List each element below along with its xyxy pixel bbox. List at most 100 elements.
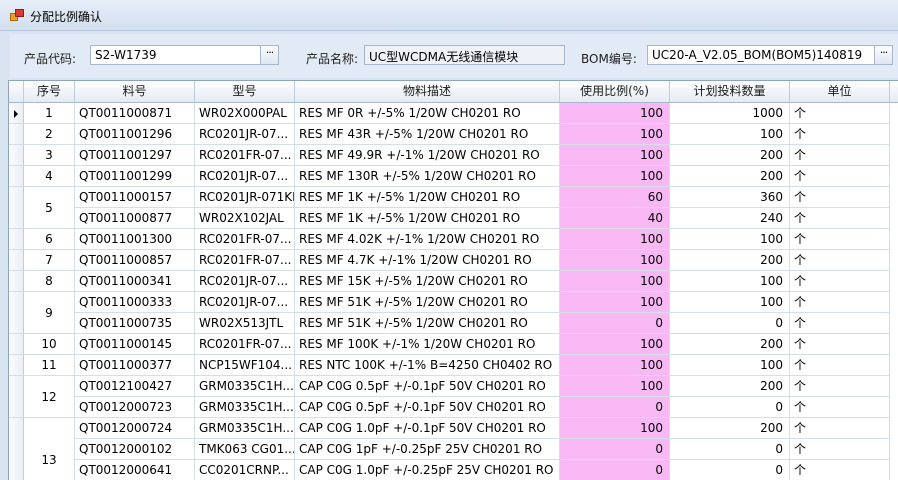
planned-qty-cell[interactable]: 1000 [670, 103, 790, 124]
material-code-cell[interactable]: QT0011000341 [75, 271, 195, 292]
unit-cell[interactable]: 个 [790, 124, 890, 145]
description-cell[interactable]: RES MF 49.9R +/-1% 1/20W CH0201 RO [295, 145, 560, 166]
unit-cell[interactable]: 个 [790, 418, 890, 439]
material-code-cell[interactable]: QT0012000641 [75, 460, 195, 480]
row-indicator[interactable] [9, 334, 24, 355]
planned-qty-cell[interactable]: 200 [670, 418, 790, 439]
material-code-cell[interactable]: QT0012000102 [75, 439, 195, 460]
unit-cell[interactable]: 个 [790, 460, 890, 480]
material-code-cell[interactable]: QT0011001296 [75, 124, 195, 145]
table-row[interactable]: QT0011000857 RC0201FR-07... RES MF 4.7K +/… [9, 250, 898, 271]
usage-ratio-cell[interactable]: 0 [560, 439, 670, 460]
model-cell[interactable]: CC0201CRNP... [195, 460, 295, 480]
planned-qty-cell[interactable]: 200 [670, 250, 790, 271]
material-code-cell[interactable]: QT0011001297 [75, 145, 195, 166]
bom-browse-button[interactable]: ··· [874, 46, 892, 64]
table-row[interactable]: QT0011001300 RC0201FR-07... RES MF 4.02K +… [9, 229, 898, 250]
model-cell[interactable]: TMK063 CG01... [195, 439, 295, 460]
model-cell[interactable]: RC0201FR-07... [195, 229, 295, 250]
unit-cell[interactable]: 个 [790, 376, 890, 397]
seq-cell[interactable]: 10 [24, 334, 75, 355]
usage-ratio-cell[interactable]: 100 [560, 250, 670, 271]
bom-field[interactable]: UC20-A_V2.05_BOM(BOM5)140819 ··· [647, 45, 893, 65]
usage-ratio-cell[interactable]: 40 [560, 208, 670, 229]
model-cell[interactable]: RC0201JR-07... [195, 124, 295, 145]
model-cell[interactable]: RC0201FR-07... [195, 145, 295, 166]
unit-cell[interactable]: 个 [790, 313, 890, 334]
usage-ratio-cell[interactable]: 100 [560, 229, 670, 250]
model-cell[interactable]: RC0201JR-07... [195, 292, 295, 313]
planned-qty-cell[interactable]: 100 [670, 229, 790, 250]
table-row[interactable]: QT0011000341 RC0201JR-07... RES MF 15K +/-… [9, 271, 898, 292]
material-code-cell[interactable]: QT0011000871 [75, 103, 195, 124]
material-code-cell[interactable]: QT0011001299 [75, 166, 195, 187]
seq-cell[interactable]: 5 [24, 187, 75, 229]
model-cell[interactable]: GRM0335C1H... [195, 376, 295, 397]
unit-cell[interactable]: 个 [790, 292, 890, 313]
usage-ratio-cell[interactable]: 100 [560, 418, 670, 439]
unit-cell[interactable]: 个 [790, 397, 890, 418]
usage-ratio-cell[interactable]: 100 [560, 376, 670, 397]
row-indicator[interactable] [9, 418, 24, 480]
seq-cell[interactable]: 12 [24, 376, 75, 418]
model-cell[interactable]: WR02X000PAL [195, 103, 295, 124]
model-cell[interactable]: WR02X513JTL [195, 313, 295, 334]
usage-ratio-cell[interactable]: 0 [560, 460, 670, 480]
material-code-cell[interactable]: QT0011000857 [75, 250, 195, 271]
seq-cell[interactable]: 13 [24, 418, 75, 480]
planned-qty-cell[interactable]: 200 [670, 145, 790, 166]
model-cell[interactable]: RC0201JR-071KL [195, 187, 295, 208]
allocation-grid[interactable]: 序号 料号 型号 物料描述 使用比例(%) 计划投料数量 单位 QT001100… [8, 80, 898, 480]
usage-ratio-cell[interactable]: 100 [560, 124, 670, 145]
row-indicator[interactable] [9, 355, 24, 376]
table-row[interactable]: QT0012000724 GRM0335C1H... CAP C0G 1.0pF +… [9, 418, 898, 439]
description-cell[interactable]: RES MF 4.02K +/-1% 1/20W CH0201 RO [295, 229, 560, 250]
header-model[interactable]: 型号 [195, 81, 295, 102]
table-row[interactable]: QT0011000871 WR02X000PAL RES MF 0R +/-5% 1… [9, 103, 898, 124]
usage-ratio-cell[interactable]: 100 [560, 103, 670, 124]
unit-cell[interactable]: 个 [790, 166, 890, 187]
description-cell[interactable]: RES MF 51K +/-5% 1/20W CH0201 RO [295, 292, 560, 313]
planned-qty-cell[interactable]: 240 [670, 208, 790, 229]
seq-cell[interactable]: 3 [24, 145, 75, 166]
description-cell[interactable]: RES MF 43R +/-5% 1/20W CH0201 RO [295, 124, 560, 145]
row-indicator[interactable] [9, 376, 24, 418]
usage-ratio-cell[interactable]: 0 [560, 313, 670, 334]
header-planned-qty[interactable]: 计划投料数量 [670, 81, 790, 102]
seq-cell[interactable]: 9 [24, 292, 75, 334]
header-unit[interactable]: 单位 [790, 81, 890, 102]
usage-ratio-cell[interactable]: 100 [560, 166, 670, 187]
unit-cell[interactable]: 个 [790, 187, 890, 208]
description-cell[interactable]: CAP C0G 1pF +/-0.25pF 25V CH0201 RO [295, 439, 560, 460]
table-row[interactable]: QT0012000102 TMK063 CG01... CAP C0G 1pF +/… [9, 439, 898, 460]
table-row[interactable]: QT0011000735 WR02X513JTL RES MF 51K +/-5% … [9, 313, 898, 334]
planned-qty-cell[interactable]: 200 [670, 334, 790, 355]
description-cell[interactable]: RES NTC 100K +/-1% B=4250 CH0402 RO [295, 355, 560, 376]
seq-cell[interactable]: 7 [24, 250, 75, 271]
usage-ratio-cell[interactable]: 0 [560, 397, 670, 418]
table-row[interactable]: QT0011000157 RC0201JR-071KL RES MF 1K +/-5… [9, 187, 898, 208]
model-cell[interactable]: RC0201JR-07... [195, 166, 295, 187]
unit-cell[interactable]: 个 [790, 145, 890, 166]
description-cell[interactable]: RES MF 51K +/-5% 1/20W CH0201 RO [295, 313, 560, 334]
unit-cell[interactable]: 个 [790, 103, 890, 124]
seq-cell[interactable]: 11 [24, 355, 75, 376]
planned-qty-cell[interactable]: 100 [670, 271, 790, 292]
table-row[interactable]: QT0012000723 GRM0335C1H... CAP C0G 0.5pF +… [9, 397, 898, 418]
material-code-cell[interactable]: QT0011000333 [75, 292, 195, 313]
table-row[interactable]: QT0011001299 RC0201JR-07... RES MF 130R +/… [9, 166, 898, 187]
description-cell[interactable]: RES MF 15K +/-5% 1/20W CH0201 RO [295, 271, 560, 292]
description-cell[interactable]: RES MF 1K +/-5% 1/20W CH0201 RO [295, 187, 560, 208]
description-cell[interactable]: CAP C0G 1.0pF +/-0.25pF 25V CH0201 RO [295, 460, 560, 480]
product-code-browse-button[interactable]: ··· [260, 46, 278, 64]
planned-qty-cell[interactable]: 0 [670, 439, 790, 460]
seq-cell[interactable]: 8 [24, 271, 75, 292]
usage-ratio-cell[interactable]: 100 [560, 355, 670, 376]
row-indicator[interactable] [9, 271, 24, 292]
unit-cell[interactable]: 个 [790, 229, 890, 250]
material-code-cell[interactable]: QT0012100427 [75, 376, 195, 397]
description-cell[interactable]: RES MF 4.7K +/-1% 1/20W CH0201 RO [295, 250, 560, 271]
header-seq[interactable]: 序号 [24, 81, 75, 102]
seq-cell[interactable]: 4 [24, 166, 75, 187]
model-cell[interactable]: GRM0335C1H... [195, 418, 295, 439]
